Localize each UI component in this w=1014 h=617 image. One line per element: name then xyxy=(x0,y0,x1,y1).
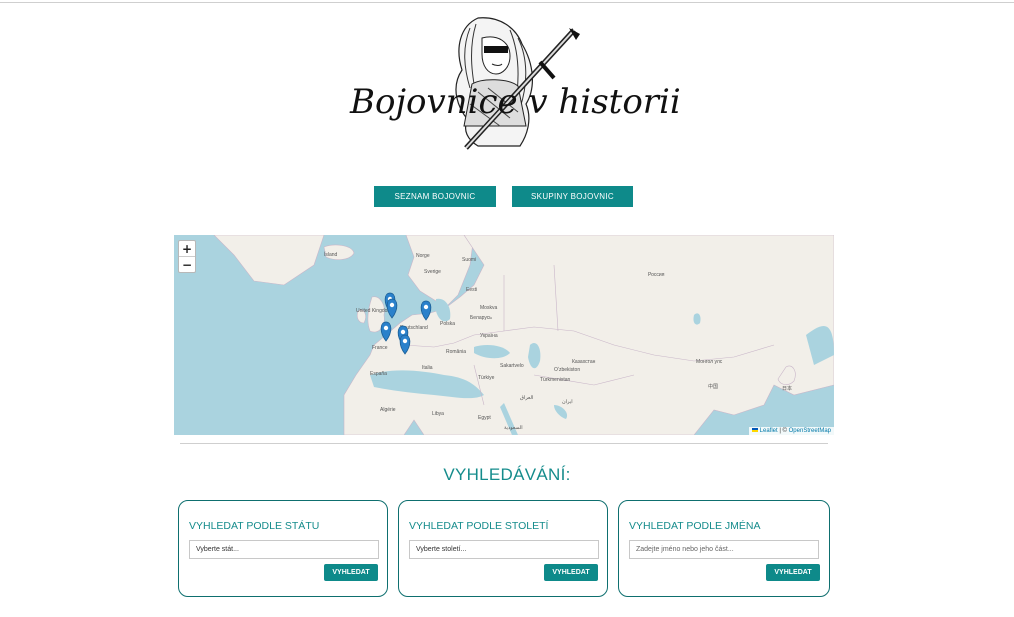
card-title: VYHLEDAT PODLE STOLETÍ xyxy=(409,520,549,532)
map-label: Sakartvelo xyxy=(500,363,524,369)
map-label: España xyxy=(370,371,387,377)
map-label: Казахстан xyxy=(572,359,596,365)
map-label: Norge xyxy=(416,253,430,259)
search-by-century-button[interactable]: VYHLEDAT xyxy=(544,564,598,581)
map-label: Deutschland xyxy=(400,325,428,331)
map-label: Suomi xyxy=(462,257,477,263)
map-label: Italia xyxy=(422,365,433,371)
search-by-state-button[interactable]: VYHLEDAT xyxy=(324,564,378,581)
fighter-groups-button[interactable]: SKUPINY BOJOVNIC xyxy=(512,186,633,207)
map-attribution: Leaflet | © OpenStreetMap xyxy=(748,427,834,435)
search-title: VYHLEDÁVÁNÍ: xyxy=(443,465,571,484)
map-label: 中国 xyxy=(708,384,719,390)
map-label: Türkiye xyxy=(478,375,495,381)
map-label: العراق xyxy=(520,395,534,401)
map-label: Oʻzbekiston xyxy=(554,367,581,373)
map-label: United Kingdom xyxy=(356,308,392,314)
map-label: France xyxy=(372,345,388,351)
ukraine-flag-icon xyxy=(751,428,758,433)
world-map[interactable]: Ísland Norge Sverige Suomi Eesti United … xyxy=(174,235,834,435)
map-label: Україна xyxy=(480,333,498,339)
card-title: VYHLEDAT PODLE STÁTU xyxy=(189,520,320,532)
fighters-list-button[interactable]: SEZNAM BOJOVNIC xyxy=(374,186,496,207)
search-by-century-card: VYHLEDAT PODLE STOLETÍ Vyberte století..… xyxy=(398,500,608,597)
osm-link[interactable]: OpenStreetMap xyxy=(789,428,831,434)
zoom-out-button[interactable]: − xyxy=(179,257,195,272)
map-label: Россия xyxy=(648,272,665,278)
search-by-name-card: VYHLEDAT PODLE JMÉNA Zadejte jméno nebo … xyxy=(618,500,830,597)
map-label: Монгол улс xyxy=(696,359,723,365)
map-label: Ísland xyxy=(324,252,338,258)
zoom-in-button[interactable]: + xyxy=(179,241,195,257)
state-select[interactable]: Vyberte stát... xyxy=(189,540,379,559)
name-search-input[interactable]: Zadejte jméno nebo jeho část... xyxy=(629,540,819,559)
map-label: Libya xyxy=(432,411,444,417)
search-by-name-button[interactable]: VYHLEDAT xyxy=(766,564,820,581)
section-divider xyxy=(180,443,828,444)
map-label: Algérie xyxy=(380,407,396,413)
card-title: VYHLEDAT PODLE JMÉNA xyxy=(629,520,761,532)
map-label: Беларусь xyxy=(470,315,492,321)
map-label: Moskva xyxy=(480,305,498,311)
top-divider xyxy=(0,2,1014,3)
map-label: Eesti xyxy=(466,287,478,293)
site-logo[interactable]: Bojovnice v historii xyxy=(350,8,681,153)
map-tiles xyxy=(213,235,834,435)
zoom-control: + − xyxy=(178,240,196,273)
map-label: 日本 xyxy=(782,386,793,392)
attribution-separator: | © xyxy=(777,428,789,434)
map-label: ایران xyxy=(562,399,573,405)
century-select[interactable]: Vyberte století... xyxy=(409,540,599,559)
map-label: Türkmenistan xyxy=(540,377,571,383)
logo-text: Bojovnice v historii xyxy=(350,82,681,122)
map-label: السعودية xyxy=(504,425,523,431)
search-by-state-card: VYHLEDAT PODLE STÁTU Vyberte stát... VYH… xyxy=(178,500,388,597)
warrior-woman-illustration xyxy=(455,17,580,150)
map-label: Sverige xyxy=(424,269,441,275)
map-label: Egypt xyxy=(478,415,491,421)
map-label: Polska xyxy=(440,321,456,327)
leaflet-link[interactable]: Leaflet xyxy=(760,428,778,434)
map-label: România xyxy=(446,349,467,355)
